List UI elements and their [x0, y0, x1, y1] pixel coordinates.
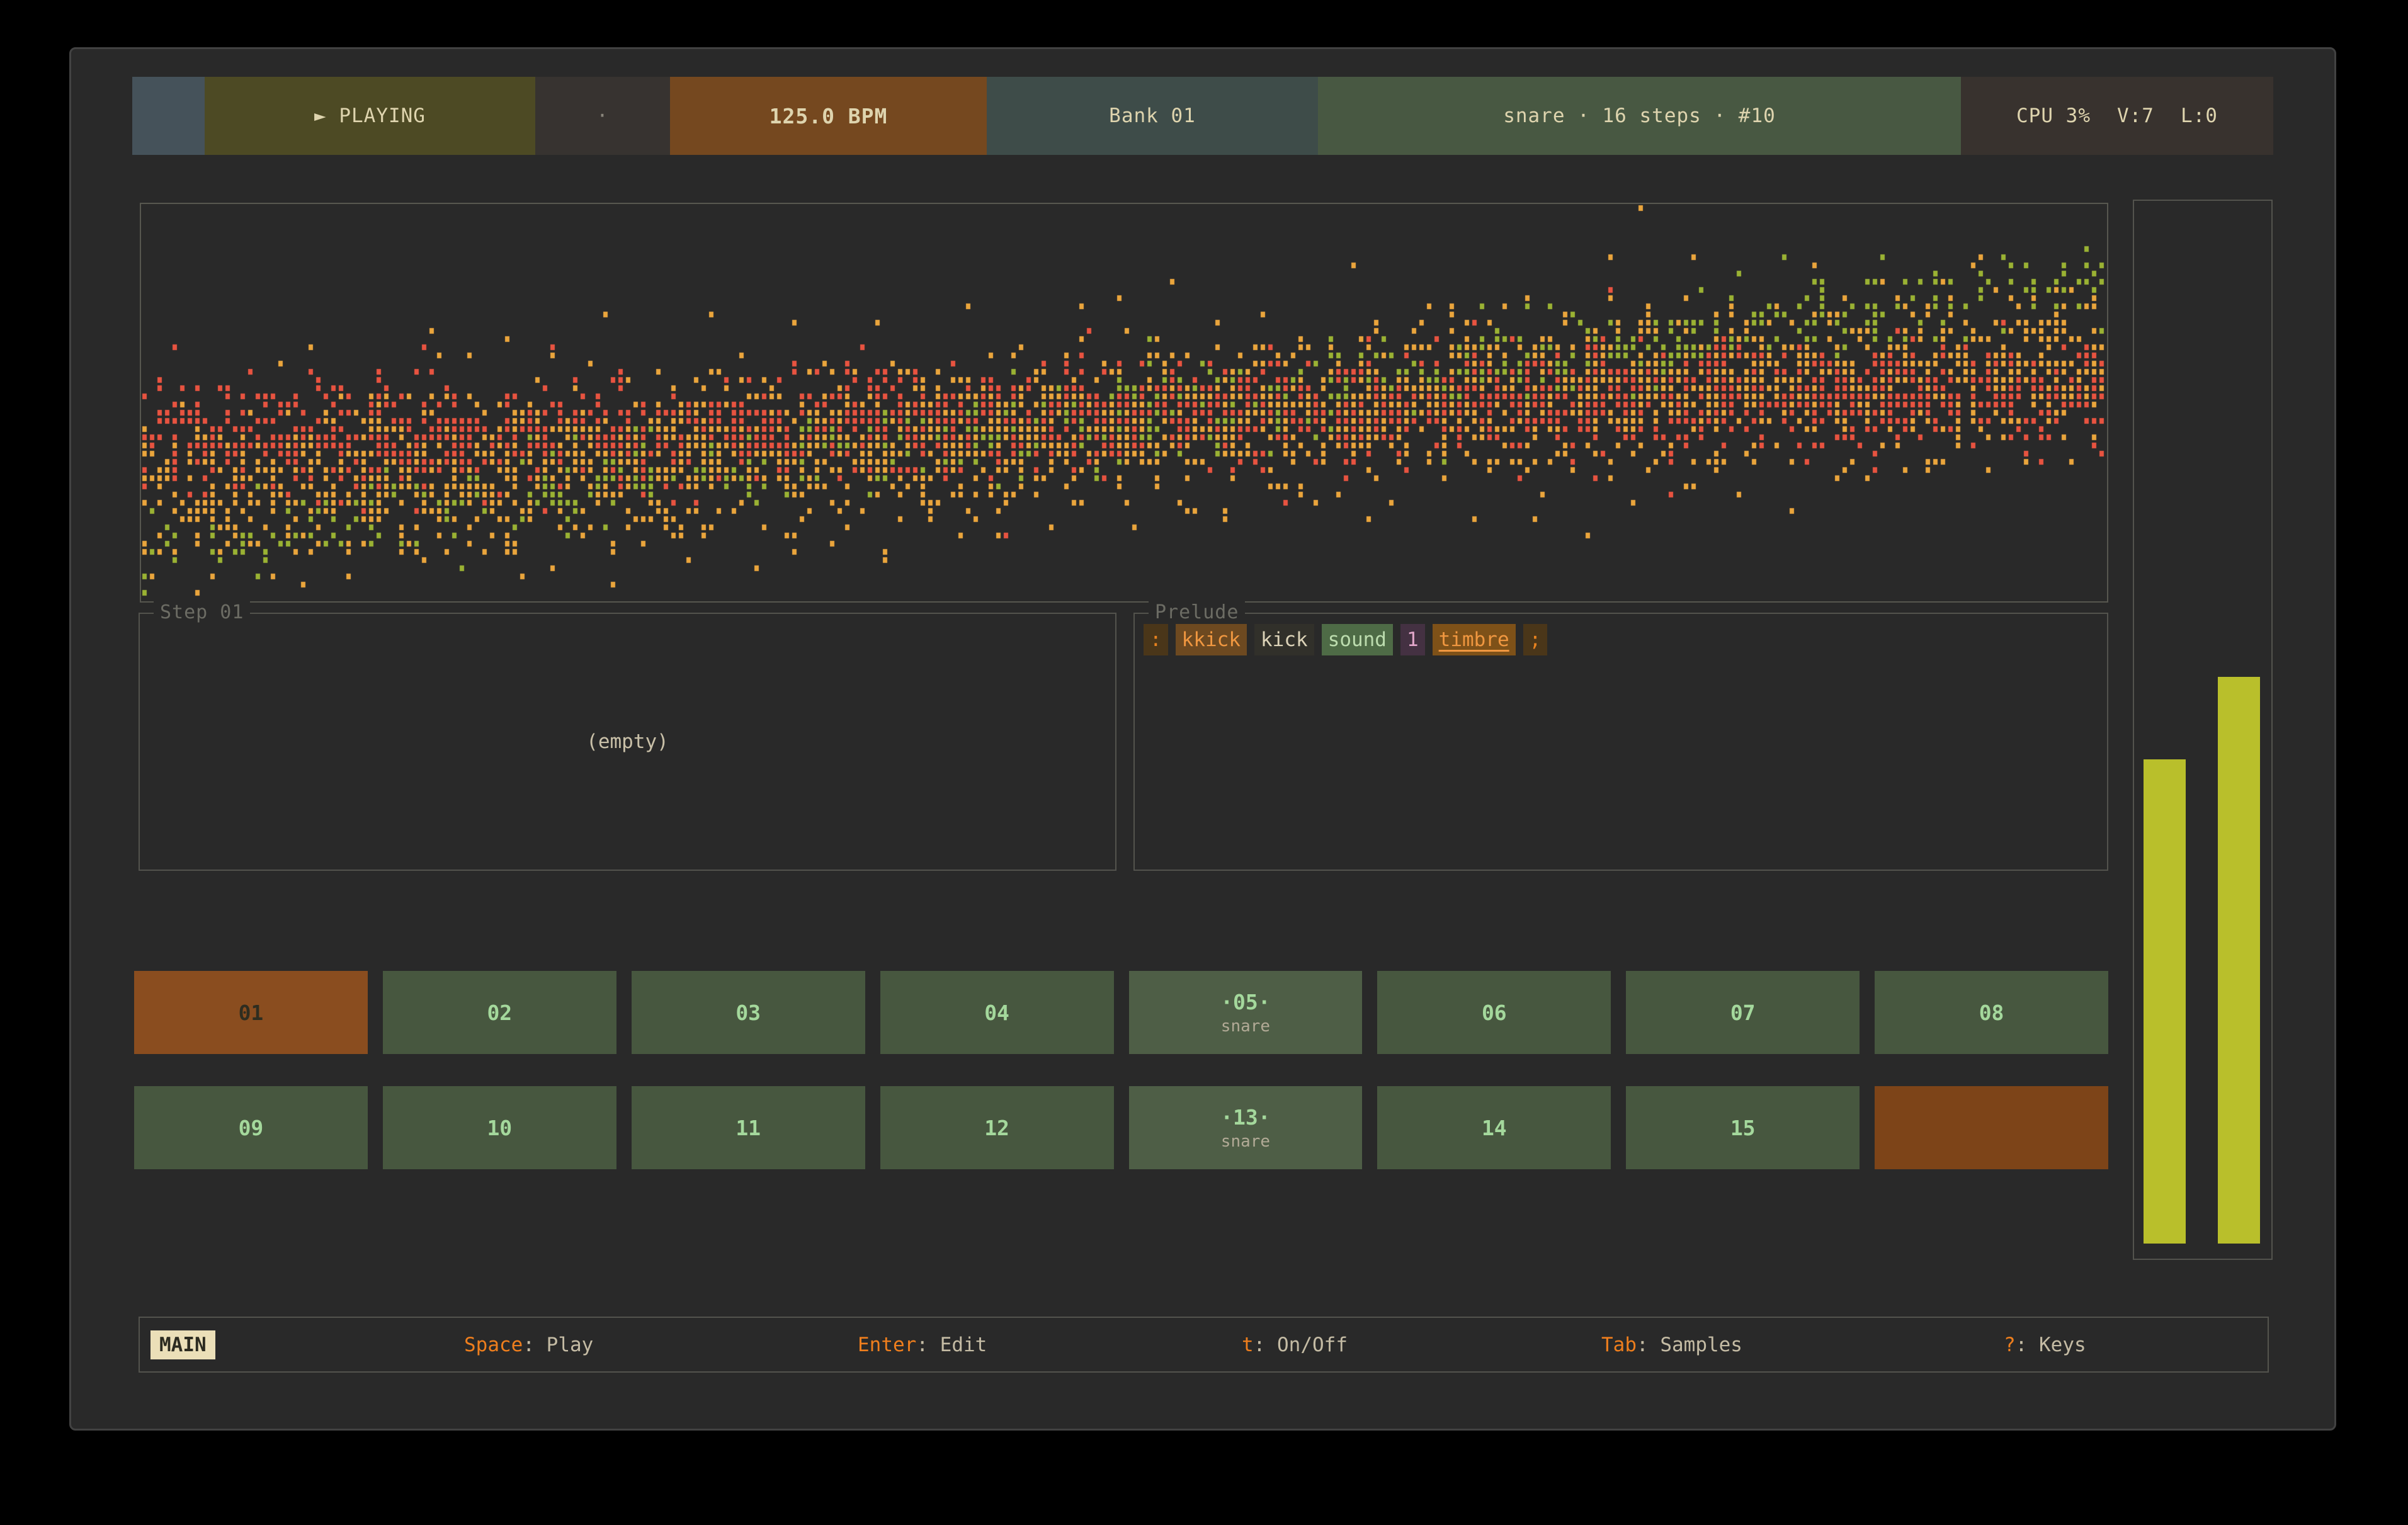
- prelude-token-green: sound: [1322, 624, 1393, 655]
- step-button-08[interactable]: 08: [1875, 971, 2108, 1054]
- step-button-label: 11: [735, 1116, 761, 1140]
- prelude-token-word: ;: [1523, 624, 1548, 655]
- step-detail-panel: Step 01 (empty): [139, 613, 1116, 871]
- prelude-token-word: :: [1144, 624, 1168, 655]
- step-grid-row-2: 09 10 11 12 ·13· snare 14 15: [134, 1086, 2108, 1169]
- app-root: { "topbar": { "playing": "► PLAYING", "s…: [0, 0, 2408, 1525]
- hint-play: Space: Play: [464, 1334, 593, 1356]
- step-button-07[interactable]: 07: [1626, 971, 1860, 1054]
- step-button-06[interactable]: 06: [1377, 971, 1611, 1054]
- transport-bar: ► PLAYING · 125.0 BPM Bank 01 snare · 16…: [132, 77, 2273, 155]
- hint-key: ?: [2004, 1334, 2016, 1356]
- level-meter-panel: [2133, 200, 2273, 1260]
- hint-samples: Tab: Samples: [1601, 1334, 1742, 1356]
- step-button-05[interactable]: ·05· snare: [1129, 971, 1363, 1054]
- prelude-panel-title: Prelude: [1149, 601, 1245, 623]
- hint-key: t: [1242, 1334, 1254, 1356]
- step-button-label: ·13·: [1220, 1105, 1270, 1130]
- hint-label: : Play: [523, 1334, 593, 1356]
- hint-label: : Samples: [1637, 1334, 1742, 1356]
- step-empty-label: (empty): [140, 730, 1115, 753]
- step-button-15[interactable]: 15: [1626, 1086, 1860, 1169]
- prelude-token-number: 1: [1400, 624, 1425, 655]
- step-button-13[interactable]: ·13· snare: [1129, 1086, 1363, 1169]
- voice-count: V:7: [2117, 105, 2154, 127]
- step-button-12[interactable]: 12: [880, 1086, 1114, 1169]
- step-button-label: 04: [984, 1001, 1009, 1025]
- bank-display[interactable]: Bank 01: [987, 77, 1318, 155]
- bpm-display[interactable]: 125.0 BPM: [670, 77, 987, 155]
- play-state-label: ► PLAYING: [314, 105, 426, 127]
- hint-keys: ?: Keys: [2004, 1334, 2086, 1356]
- prelude-token-plain: kick: [1254, 624, 1314, 655]
- latency: L:0: [2181, 105, 2218, 127]
- level-meter-right: [2218, 677, 2260, 1244]
- hint-label: : Keys: [2016, 1334, 2086, 1356]
- step-grid-row-1: 01 02 03 04 ·05· snare 06 07 08: [134, 971, 2108, 1054]
- transport-separator: ·: [535, 77, 670, 155]
- step-sample-label: snare: [1221, 1017, 1270, 1036]
- cpu-usage: CPU 3%: [2016, 105, 2091, 127]
- hint-edit: Enter: Edit: [858, 1334, 987, 1356]
- app-window: ► PLAYING · 125.0 BPM Bank 01 snare · 16…: [69, 47, 2336, 1431]
- status-bar: MAIN Space: Play Enter: Edit t: On/Off Tab:…: [139, 1317, 2269, 1373]
- prelude-token-sample: kkick: [1176, 624, 1247, 655]
- pattern-plot: [140, 203, 2108, 603]
- step-button-label: 10: [487, 1116, 512, 1140]
- step-button-label: 03: [735, 1001, 761, 1025]
- step-button-14[interactable]: 14: [1377, 1086, 1611, 1169]
- step-button-label: ·05·: [1220, 990, 1270, 1014]
- step-button-label: 08: [1979, 1001, 2004, 1025]
- step-button-label: 01: [239, 1001, 264, 1025]
- track-info-display: snare · 16 steps · #10: [1318, 77, 1961, 155]
- hint-label: : On/Off: [1254, 1334, 1348, 1356]
- step-button-03[interactable]: 03: [632, 971, 865, 1054]
- step-button-02[interactable]: 02: [383, 971, 616, 1054]
- cpu-stats: CPU 3% V:7 L:0: [1961, 77, 2273, 155]
- prelude-token-defined: timbre: [1433, 624, 1516, 655]
- step-button-label: 06: [1482, 1001, 1507, 1025]
- step-button-04[interactable]: 04: [880, 971, 1114, 1054]
- hint-key: Enter: [858, 1334, 916, 1356]
- step-button-label: 12: [984, 1116, 1009, 1140]
- hint-key: Space: [464, 1334, 523, 1356]
- step-button-label: 07: [1730, 1001, 1756, 1025]
- mode-badge: MAIN: [150, 1330, 215, 1359]
- step-panel-title: Step 01: [154, 601, 250, 623]
- step-button-10[interactable]: 10: [383, 1086, 616, 1169]
- step-button-label: 15: [1730, 1116, 1756, 1140]
- step-button-label: 14: [1482, 1116, 1507, 1140]
- step-button-11[interactable]: 11: [632, 1086, 865, 1169]
- step-sample-label: snare: [1221, 1132, 1270, 1151]
- accent-block: [132, 77, 205, 155]
- prelude-panel[interactable]: Prelude :kkickkicksound1timbre;: [1133, 613, 2108, 871]
- step-button-16[interactable]: [1875, 1086, 2108, 1169]
- hint-onoff: t: On/Off: [1242, 1334, 1348, 1356]
- prelude-code-line: : kkickkick sound1 timbre;: [1144, 624, 1547, 655]
- step-button-01[interactable]: 01: [134, 971, 368, 1054]
- hint-label: : Edit: [916, 1334, 987, 1356]
- step-button-09[interactable]: 09: [134, 1086, 368, 1169]
- level-meter-left: [2144, 759, 2186, 1244]
- transport-status: ► PLAYING: [205, 77, 535, 155]
- step-button-label: 02: [487, 1001, 512, 1025]
- pattern-scatter-canvas: [141, 204, 2107, 601]
- step-button-label: 09: [239, 1116, 264, 1140]
- hint-key: Tab: [1601, 1334, 1637, 1356]
